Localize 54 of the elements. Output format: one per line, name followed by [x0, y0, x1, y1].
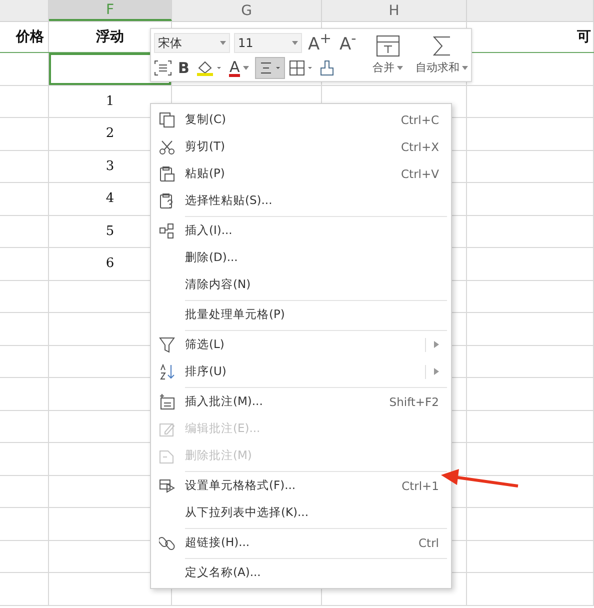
- size-select[interactable]: 11: [234, 33, 302, 53]
- caret-icon: [242, 66, 249, 70]
- menu-item[interactable]: 插入(I)...: [151, 217, 451, 244]
- align-center-button[interactable]: [254, 57, 285, 79]
- format-cells-icon: [159, 478, 175, 494]
- wrap-text-icon[interactable]: [154, 60, 172, 76]
- link-icon: [159, 534, 175, 550]
- table-cell: 价格: [16, 28, 44, 46]
- comment-delete-icon: [159, 448, 175, 464]
- table-cell: 1: [106, 94, 114, 109]
- table-cell: 5: [106, 224, 114, 239]
- table-cell: 可: [577, 28, 591, 46]
- table-cell: 2: [106, 126, 114, 142]
- font-select[interactable]: 宋体: [154, 33, 230, 53]
- autosum-button[interactable]: 自动求和: [415, 60, 468, 75]
- menu-item[interactable]: 定义名称(A)...: [151, 559, 451, 586]
- copy-icon: [159, 112, 175, 128]
- filter-icon: [159, 336, 175, 352]
- menu-item[interactable]: 删除(D)...: [151, 244, 451, 271]
- scissors-icon: [159, 138, 175, 154]
- menu-item[interactable]: 复制(C) Ctrl+C: [151, 106, 451, 133]
- caret-icon: [220, 41, 226, 45]
- menu-item[interactable]: 筛选(L): [151, 331, 451, 358]
- submenu-arrow-icon: [434, 341, 439, 348]
- table-cell: 6: [106, 256, 114, 272]
- bold-button[interactable]: B: [176, 59, 192, 77]
- table-cell: 4: [106, 191, 114, 206]
- fill-color-icon[interactable]: [195, 59, 224, 77]
- table-cell: 3: [106, 158, 114, 174]
- menu-item[interactable]: 设置单元格格式(F)... Ctrl+1: [151, 472, 451, 499]
- paste-special-icon: [159, 192, 175, 208]
- menu-item[interactable]: 粘贴(P) Ctrl+V: [151, 160, 451, 187]
- borders-icon[interactable]: [288, 60, 315, 76]
- caret-icon: [462, 66, 468, 70]
- column-header[interactable]: G: [241, 2, 252, 18]
- comment-add-icon: [159, 394, 175, 410]
- caret-icon: [292, 41, 298, 45]
- submenu-arrow-icon: [434, 368, 439, 375]
- table-cell: 浮动: [96, 28, 124, 46]
- caret-icon: [397, 66, 404, 70]
- sum-icon[interactable]: [432, 35, 452, 57]
- column-header[interactable]: H: [388, 2, 400, 18]
- menu-item[interactable]: 插入批注(M)... Shift+F2: [151, 388, 451, 415]
- merge-button[interactable]: 合并: [372, 60, 404, 75]
- shrink-font-button[interactable]: A$^{-}$: [338, 31, 358, 55]
- sort-icon: [159, 364, 175, 380]
- format-painter-icon[interactable]: [318, 60, 335, 76]
- grow-font-button[interactable]: A$^{+}$: [306, 31, 334, 55]
- paste-icon: [159, 166, 175, 182]
- insert-icon: [159, 222, 175, 238]
- comment-edit-icon: [159, 420, 175, 436]
- font-color-button[interactable]: A: [227, 60, 251, 76]
- menu-item[interactable]: 剪切(T) Ctrl+X: [151, 133, 451, 160]
- merge-cells-icon[interactable]: [376, 35, 400, 57]
